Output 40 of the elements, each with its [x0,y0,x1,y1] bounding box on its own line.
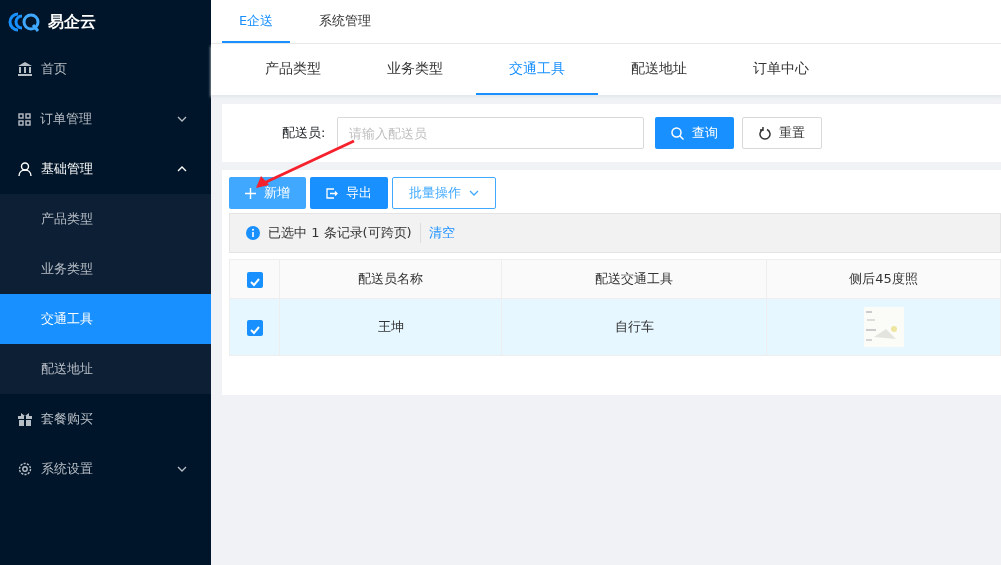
tab[interactable]: 配送地址 [598,44,720,95]
reset-button[interactable]: 重置 [741,117,822,149]
export-icon [326,187,338,199]
chevron-down-icon [177,116,187,122]
submenu-item[interactable]: 业务类型 [0,244,211,294]
tab[interactable]: 订单中心 [720,44,842,95]
menu-item[interactable]: 套餐购买 [0,394,211,444]
gift-icon [18,412,32,426]
select-all-checkbox[interactable] [246,271,263,288]
chevron-up-icon [177,166,187,172]
submenu-item[interactable]: 产品类型 [0,194,211,244]
bank-icon [18,62,32,76]
plus-icon [245,187,256,199]
grid-icon [18,112,31,126]
column-header: 配送交通工具 [501,259,767,299]
selection-text: 已选中 1 条记录(可跨页) [268,224,412,243]
reload-icon [758,126,771,140]
menu-item[interactable]: 首页 [0,44,211,94]
user-icon [18,162,32,176]
search-icon [670,126,684,140]
logo-icon [8,12,40,32]
menu-item[interactable]: 系统设置 [0,444,211,494]
table-cell: 自行车 [501,298,767,356]
info-icon [246,226,260,240]
app-title: 易企云 [48,11,96,33]
tab[interactable]: 业务类型 [354,44,476,95]
settings-icon [18,462,32,476]
menu-item[interactable]: 基础管理 [0,144,211,194]
field-label: 配送员: [282,124,326,143]
chevron-down-icon [177,466,187,472]
row-checkbox[interactable] [246,319,263,336]
submenu-item[interactable]: 配送地址 [0,344,211,394]
column-header: 侧后45度照 [766,259,1001,299]
column-header: 配送员名称 [279,259,502,299]
caret-icon [469,190,479,196]
tab[interactable]: 产品类型 [232,44,354,95]
table-cell: 王坤 [279,298,502,356]
search-field[interactable]: 请输入配送员 [336,117,644,149]
menu-item[interactable]: 订单管理 [0,94,211,144]
tab[interactable]: 系统管理 [290,0,400,43]
